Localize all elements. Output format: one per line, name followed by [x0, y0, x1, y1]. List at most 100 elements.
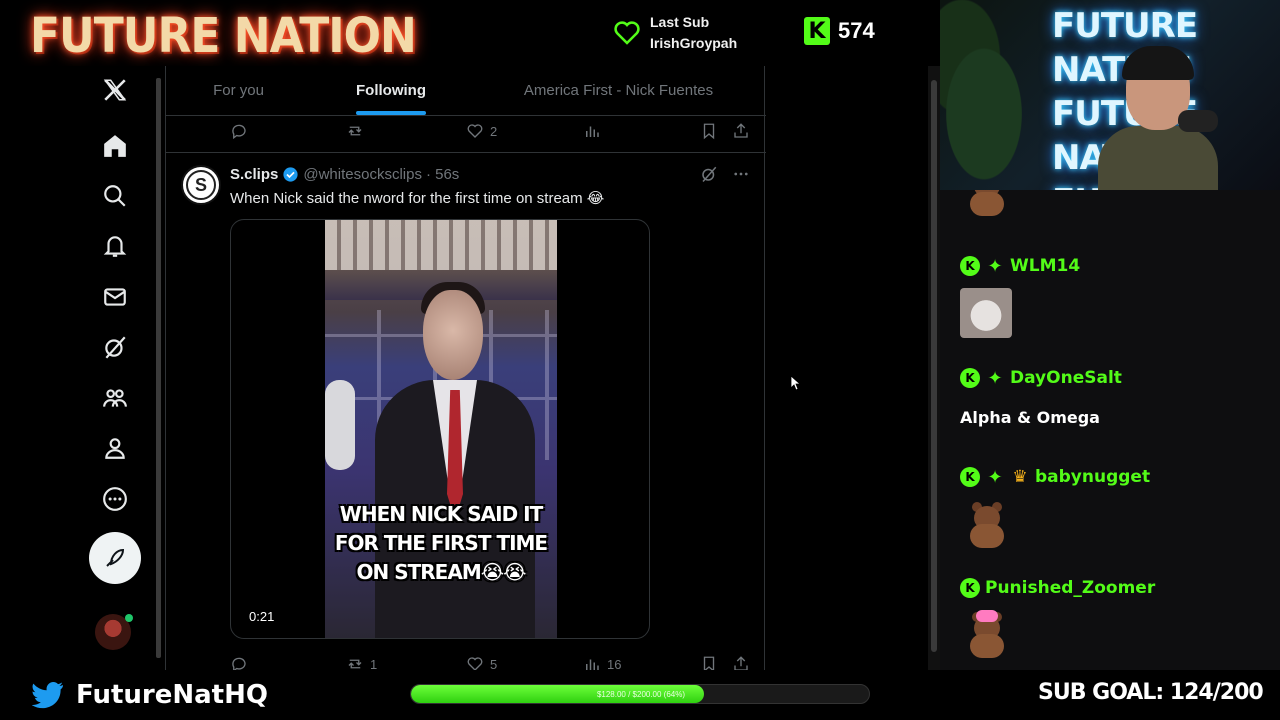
reply-button[interactable]	[230, 114, 248, 148]
bookmark-icon	[703, 123, 715, 140]
communities-icon[interactable]	[95, 378, 135, 418]
view-count: 16	[607, 656, 622, 671]
reply-icon	[232, 657, 246, 670]
diamond-badge-icon: ✦	[987, 367, 1003, 389]
compose-button[interactable]	[89, 532, 141, 584]
profile-icon[interactable]	[95, 428, 135, 468]
tweet-text: When Nick said the nword for the first t…	[230, 190, 605, 207]
bookmark-button[interactable]	[700, 114, 718, 148]
tab-label: America First - Nick Fuentes	[523, 82, 714, 99]
sub-goal: SUB GOAL: 124/200	[1038, 680, 1264, 705]
views-button[interactable]	[583, 114, 601, 148]
timeline-tabs: For you Following America First - Nick F…	[166, 66, 766, 116]
tweet-header: S.clips @whitesocksclips · 56s	[230, 166, 459, 183]
rat-emote	[960, 288, 1012, 338]
chat-message: K ✦ ♛ babynugget	[960, 467, 1150, 488]
chat-message: K Punished_Zoomer	[960, 578, 1155, 598]
sidebar-scrollbar[interactable]	[155, 66, 163, 670]
x-logo-icon[interactable]	[95, 70, 135, 110]
share-icon	[734, 656, 748, 670]
video-frame: WHEN NICK SAID IT FOR THE FIRST TIME ON …	[325, 220, 557, 638]
author-handle[interactable]: @whitesocksclips	[303, 166, 422, 183]
kick-badge-icon: K	[960, 578, 980, 598]
mail-icon[interactable]	[95, 277, 135, 317]
kick-badge-icon: K	[960, 368, 980, 388]
heart-icon	[467, 124, 483, 138]
kick-badge-icon: K	[960, 467, 980, 487]
last-sub-widget: Last Sub IrishGroypah	[614, 12, 737, 54]
stream-bottom-bar: FutureNatHQ $128.00 / $200.00 (64%) SUB …	[0, 670, 1280, 720]
more-icon[interactable]	[95, 479, 135, 519]
video-player[interactable]: WHEN NICK SAID IT FOR THE FIRST TIME ON …	[230, 219, 650, 639]
reply-button[interactable]	[230, 647, 248, 670]
tweet-menu	[700, 165, 750, 183]
bear-bow-emote	[960, 608, 1010, 658]
stream-layout: FUTURE NATION Last Sub IrishGroypah K 57…	[0, 0, 1280, 720]
chat-message: K ✦ WLM14	[960, 255, 1080, 277]
tab-label: For you	[213, 82, 264, 99]
like-button[interactable]: 5	[466, 647, 497, 670]
video-caption: WHEN NICK SAID IT FOR THE FIRST TIME ON …	[334, 502, 548, 584]
chat-username[interactable]: WLM14	[1010, 256, 1080, 276]
tab-label: Following	[356, 82, 426, 99]
bear-emote	[960, 190, 1010, 240]
follower-count: 574	[838, 18, 875, 43]
goal-text: $128.00 / $200.00 (64%)	[596, 690, 686, 699]
more-options-icon[interactable]	[732, 165, 750, 183]
diamond-badge-icon: ✦	[987, 255, 1003, 277]
grok-icon[interactable]	[700, 165, 718, 183]
like-button[interactable]: 2	[466, 114, 497, 148]
twitter-handle: FutureNatHQ	[76, 680, 268, 710]
repost-button[interactable]: 1	[346, 647, 377, 670]
chat-username[interactable]: DayOneSalt	[1010, 368, 1122, 388]
mouse-cursor-icon	[791, 376, 801, 390]
share-button[interactable]	[732, 647, 750, 670]
repost-count: 1	[370, 656, 378, 671]
heart-icon	[614, 21, 640, 45]
donation-goal-bar: $128.00 / $200.00 (64%)	[410, 684, 870, 704]
tab-following[interactable]: Following	[311, 66, 471, 115]
repost-icon	[348, 659, 362, 669]
repost-button[interactable]	[346, 114, 364, 148]
tweet-actions: 1 5 16	[166, 647, 766, 670]
like-count: 5	[490, 656, 498, 671]
author-name[interactable]: S.clips	[230, 166, 278, 183]
share-button[interactable]	[732, 114, 750, 148]
avatar-letter: S	[186, 170, 216, 200]
views-icon	[586, 126, 599, 137]
tab-america-first[interactable]: America First - Nick Fuentes	[471, 66, 766, 115]
chat-username[interactable]: Punished_Zoomer	[985, 578, 1155, 598]
like-count: 2	[490, 123, 498, 139]
share-icon	[734, 123, 748, 138]
compose-icon	[106, 548, 125, 567]
twitter-bird-icon	[32, 682, 63, 709]
stream-chat: K ✦ WLM14 K ✦ DayOneSalt Alpha & Omega K…	[940, 190, 1280, 670]
webcam-feed: FUTURE NATION FUTURE NATION FUTURE NATIO…	[940, 0, 1280, 190]
views-button[interactable]: 16	[583, 647, 621, 670]
kick-badge-icon: K	[960, 256, 980, 276]
reply-icon	[232, 124, 246, 140]
twitter-handle-widget: FutureNatHQ	[32, 680, 268, 710]
home-icon[interactable]	[95, 126, 135, 166]
page-scrollbar[interactable]	[928, 66, 940, 670]
tab-for-you[interactable]: For you	[166, 66, 311, 115]
bookmark-button[interactable]	[700, 647, 718, 670]
chat-message: K ✦ DayOneSalt	[960, 367, 1122, 389]
chat-text: Alpha & Omega	[960, 408, 1100, 427]
tweet[interactable]: S S.clips @whitesocksclips · 56s When Ni…	[166, 153, 766, 670]
search-icon[interactable]	[95, 176, 135, 216]
tweet-time[interactable]: · 56s	[426, 166, 459, 183]
kick-follower-count: K 574	[804, 17, 875, 45]
prev-post-actions: 2	[166, 114, 766, 148]
online-dot	[125, 614, 133, 622]
account-avatar[interactable]	[95, 614, 133, 650]
author-avatar[interactable]: S	[181, 165, 221, 205]
last-sub-name: IrishGroypah	[650, 35, 738, 51]
grok-icon[interactable]	[95, 327, 135, 367]
bell-icon[interactable]	[95, 226, 135, 266]
brand-logo: FUTURE NATION	[30, 8, 417, 65]
last-sub-label: Last Sub	[650, 14, 710, 30]
chat-username[interactable]: babynugget	[1035, 467, 1150, 487]
x-browser-window: For you Following America First - Nick F…	[0, 66, 940, 670]
bear-emote	[960, 498, 1010, 548]
